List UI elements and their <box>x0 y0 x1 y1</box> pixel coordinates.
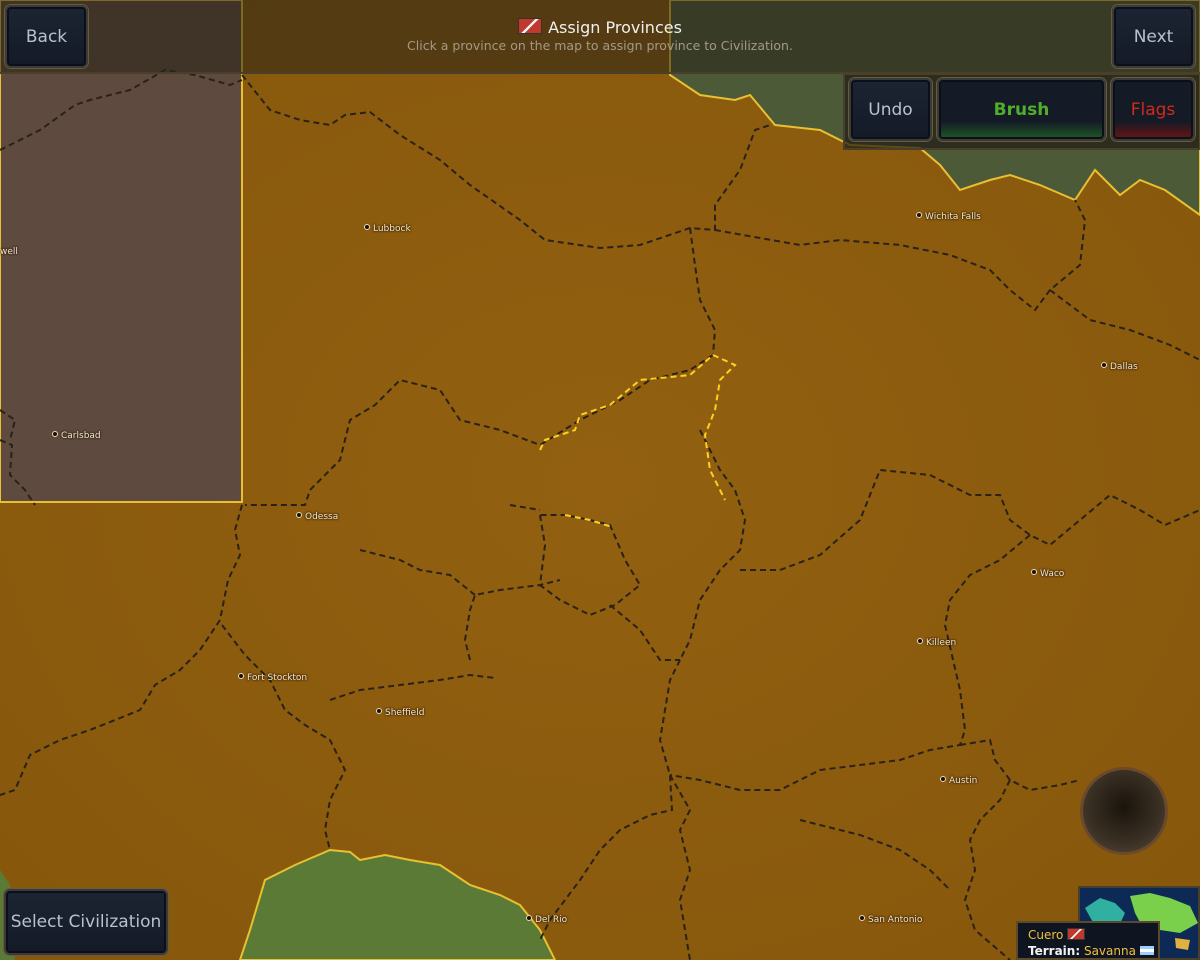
city-dot-icon <box>376 708 382 714</box>
city-dot-icon <box>940 776 946 782</box>
city-wichita-falls[interactable]: Wichita Falls <box>916 212 981 222</box>
page-title: Assign Provinces <box>0 18 1200 37</box>
flags-button[interactable]: Flags <box>1111 78 1195 141</box>
city-dot-icon <box>859 915 865 921</box>
city-fort-stockton[interactable]: Fort Stockton <box>238 673 307 683</box>
city-odessa[interactable]: Odessa <box>296 512 338 522</box>
flags-label: Flags <box>1130 99 1176 120</box>
city-carlsbad[interactable]: Carlsbad <box>52 431 101 441</box>
terrain-label: Terrain: <box>1028 944 1081 958</box>
terrain-row: Terrain: Savanna <box>1028 943 1158 959</box>
city-lubbock[interactable]: Lubbock <box>364 224 411 234</box>
city-well[interactable]: well <box>0 247 18 257</box>
undo-button[interactable]: Undo <box>849 78 932 141</box>
province-info-box: Cuero Terrain: Savanna <box>1016 921 1160 960</box>
brush-label: Brush <box>993 99 1050 120</box>
province-name-row: Cuero <box>1028 927 1158 943</box>
terrain-icon <box>1139 946 1154 955</box>
province-name: Cuero <box>1028 928 1064 942</box>
back-button[interactable]: Back <box>5 5 88 68</box>
city-dot-icon <box>526 915 532 921</box>
city-dot-icon <box>916 212 922 218</box>
city-del-rio[interactable]: Del Rio <box>526 915 567 925</box>
city-dot-icon <box>364 224 370 230</box>
city-killeen[interactable]: Killeen <box>917 638 956 648</box>
next-button[interactable]: Next <box>1112 5 1195 68</box>
city-dot-icon <box>917 638 923 644</box>
city-dot-icon <box>52 431 58 437</box>
select-civilization-button[interactable]: Select Civilization <box>4 889 168 955</box>
city-dot-icon <box>238 673 244 679</box>
region-other-civ[interactable] <box>0 0 243 503</box>
city-austin[interactable]: Austin <box>940 776 977 786</box>
city-dot-icon <box>1101 362 1107 368</box>
province-flag-icon <box>1067 928 1086 940</box>
city-dallas[interactable]: Dallas <box>1101 362 1138 372</box>
city-sheffield[interactable]: Sheffield <box>376 708 424 718</box>
brush-button[interactable]: Brush <box>937 78 1106 141</box>
camera-control-icon[interactable] <box>1080 767 1168 855</box>
city-san-antonio[interactable]: San Antonio <box>859 915 922 925</box>
terrain-value: Savanna <box>1083 944 1136 958</box>
civ-flag-icon <box>518 18 543 34</box>
city-dot-icon <box>1031 569 1037 575</box>
page-subtitle: Click a province on the map to assign pr… <box>407 38 793 53</box>
city-waco[interactable]: Waco <box>1031 569 1064 579</box>
city-dot-icon <box>296 512 302 518</box>
top-bar: Assign Provinces Click a province on the… <box>0 0 1200 74</box>
